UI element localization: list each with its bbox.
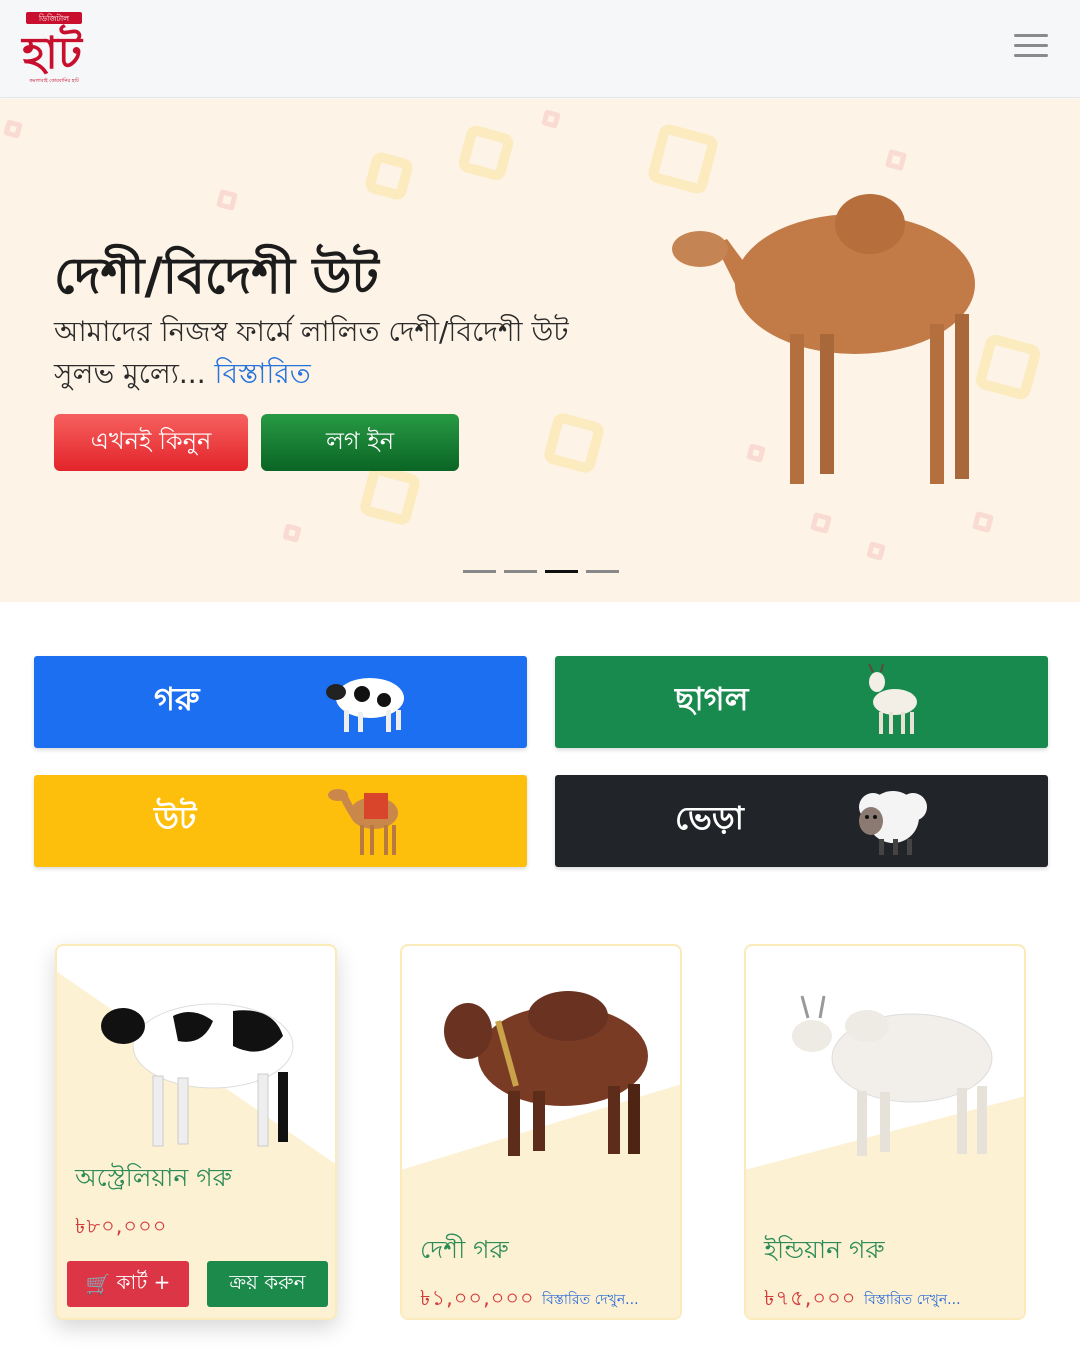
category-goat[interactable]: ছাগল [555, 656, 1048, 748]
product-name[interactable]: ইন্ডিয়ান গরু [764, 1230, 885, 1273]
category-sheep[interactable]: ভেড়া [555, 775, 1048, 867]
top-navbar: ডিজিটাল হাট কমলাবাই কোরবানির হাট [0, 0, 1080, 98]
hero-carousel: দেশী/বিদেশী উট আমাদের নিজস্ব ফার্মে লালি… [0, 99, 1080, 602]
slide-dot-active[interactable] [545, 570, 578, 573]
sheep-icon [859, 791, 927, 855]
svg-text:ডিজিটাল: ডিজিটাল [38, 13, 70, 23]
digital-haat-logo[interactable]: ডিজিটাল হাট কমলাবাই কোরবানির হাট [16, 10, 92, 86]
product-name[interactable]: দেশী গরু [420, 1230, 509, 1273]
category-cow[interactable]: গরু [34, 656, 527, 748]
goat-icon [868, 664, 917, 734]
slide-dot[interactable] [586, 570, 619, 573]
camel-image [672, 194, 975, 484]
login-button[interactable]: লগ ইন [261, 414, 459, 471]
product-price: ৳১,০০,০০০ [420, 1286, 535, 1310]
hero-title: দেশী/বিদেশী উট [54, 247, 379, 305]
carousel-indicators [463, 570, 619, 573]
category-camel[interactable]: উট [34, 775, 527, 867]
buy-now-button[interactable]: এখনই কিনুন [54, 414, 248, 471]
holstein-cow-image [101, 1003, 294, 1147]
deshi-bull-image [444, 991, 648, 1156]
camel-icon [328, 789, 398, 855]
cart-icon: 🛒 [85, 1272, 111, 1296]
menu-icon[interactable] [1014, 34, 1054, 62]
svg-text:হাট: হাট [20, 24, 84, 79]
indian-cow-image [792, 995, 993, 1156]
hero-subtitle: আমাদের নিজস্ব ফার্মে লালিত দেশী/বিদেশী উ… [54, 315, 569, 390]
product-name[interactable]: অস্ট্রেলিয়ান গরু [75, 1158, 232, 1201]
slide-dot[interactable] [463, 570, 496, 573]
svg-text:কমলাবাই কোরবানির হাট: কমলাবাই কোরবানির হাট [28, 77, 79, 84]
product-card[interactable]: দেশী গরু ৳১,০০,০০০ বিস্তারিত দেখুন... [400, 944, 682, 1320]
slide-dot[interactable] [504, 570, 537, 573]
cow-icon [326, 678, 404, 732]
details-link[interactable]: বিস্তারিত [215, 357, 311, 390]
buy-button[interactable]: ক্রয় করুন [207, 1261, 328, 1307]
product-price: ৳৭৫,০০০ [764, 1286, 857, 1310]
product-price: ৳৮০,০০০ [75, 1214, 168, 1238]
add-to-cart-button[interactable]: 🛒 কার্ট + [67, 1261, 189, 1307]
product-card[interactable]: অস্ট্রেলিয়ান গরু ৳৮০,০০০ 🛒 কার্ট + ক্রয… [55, 944, 337, 1320]
details-link[interactable]: বিস্তারিত দেখুন... [864, 1288, 961, 1312]
details-link[interactable]: বিস্তারিত দেখুন... [542, 1288, 639, 1312]
product-card[interactable]: ইন্ডিয়ান গরু ৳৭৫,০০০ বিস্তারিত দেখুন... [744, 944, 1026, 1320]
